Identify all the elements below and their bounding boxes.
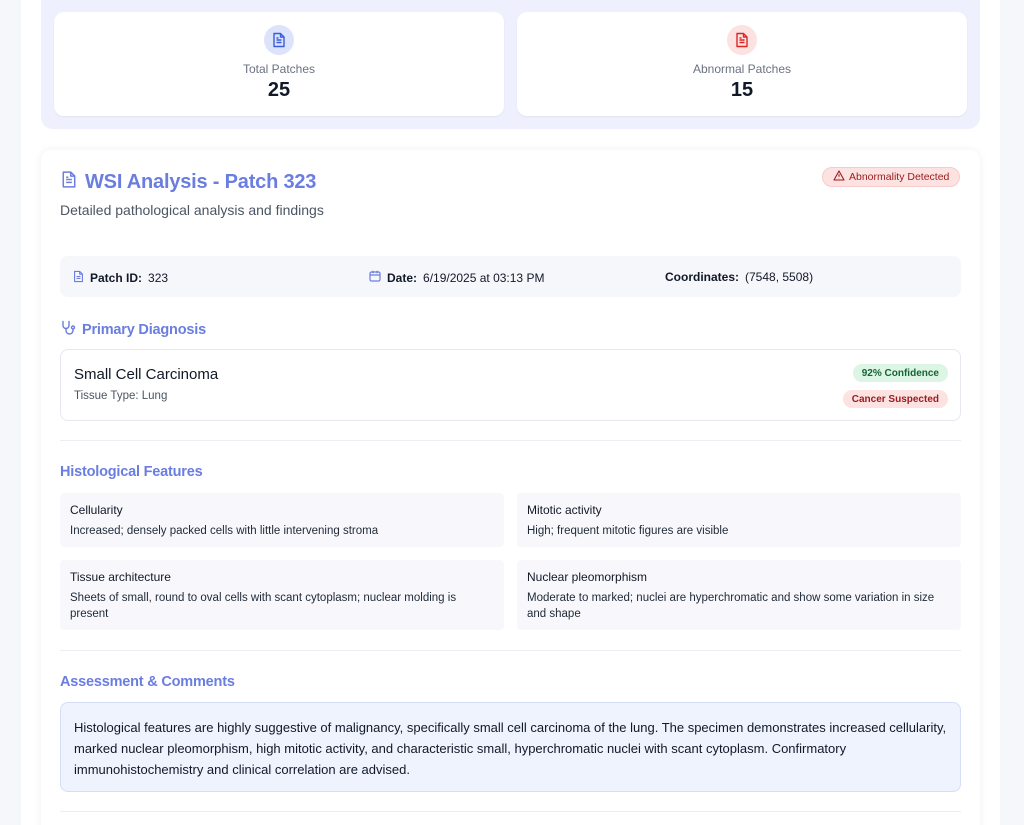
section-divider [60,811,961,812]
document-alert-icon [727,25,757,55]
primary-diagnosis-heading-text: Primary Diagnosis [82,322,206,338]
report-subtitle: Detailed pathological analysis and findi… [60,202,324,218]
total-patches-value: 25 [267,79,291,101]
feature-cellularity: Cellularity Increased; densely packed ce… [60,493,504,547]
cancer-suspected-badge: Cancer Suspected [842,390,948,408]
date-label: Date: [387,270,418,285]
abnormal-patches-label: Abnormal Patches [692,62,792,76]
patch-id-label: Patch ID: [90,271,143,285]
feature-value: High; frequent mitotic figures are visib… [527,525,729,537]
diagnosis-card: Small Cell Carcinoma Tissue Type: Lung 9… [60,349,961,421]
coordinates-item: Coordinates: (7548, 5508) [665,270,813,284]
feature-value: Moderate to marked; nuclei are hyperchro… [527,592,935,620]
primary-diagnosis-heading: Primary Diagnosis [60,320,206,340]
feature-nuclear-pleomorphism: Nuclear pleomorphism Moderate to marked;… [517,560,961,630]
warning-triangle-icon [833,170,845,184]
date-item: Date: 6/19/2025 at 03:13 PM [369,270,544,285]
patch-id-value: 323 [148,271,169,285]
feature-name: Cellularity [70,503,123,517]
section-divider [60,440,961,441]
assessment-heading: Assessment & Comments [60,674,235,690]
report-title-row: WSI Analysis - Patch 323 [61,170,316,194]
report-title: WSI Analysis - Patch 323 [85,170,317,193]
abnormal-patches-card: Abnormal Patches 15 [517,12,967,116]
patch-id-item: Patch ID: 323 [73,270,168,286]
section-divider [60,650,961,651]
coordinates-label: Coordinates: [665,270,740,284]
document-icon [264,25,294,55]
tissue-type: Tissue Type: Lung [74,390,168,402]
stats-panel: Total Patches 25 Abnormal Patches 15 [41,0,980,129]
feature-name: Mitotic activity [527,503,602,517]
feature-name: Tissue architecture [70,570,171,584]
feature-tissue-architecture: Tissue architecture Sheets of small, rou… [60,560,504,630]
coordinates-value: (7548, 5508) [745,270,814,284]
histological-heading: Histological Features [60,464,203,480]
calendar-icon [369,270,381,285]
patch-metadata: Patch ID: 323 Date: 6/19/2025 at 03:13 P… [60,256,961,297]
feature-value: Sheets of small, round to oval cells wit… [70,592,457,620]
total-patches-card: Total Patches 25 [54,12,504,116]
assessment-comments: Histological features are highly suggest… [60,702,961,792]
document-icon [73,270,84,286]
confidence-badge: 92% Confidence [852,364,948,382]
feature-value: Increased; densely packed cells with lit… [70,525,379,537]
feature-mitotic-activity: Mitotic activity High; frequent mitotic … [517,493,961,547]
date-value: 6/19/2025 at 03:13 PM [423,270,545,285]
stethoscope-icon [60,320,76,340]
page-container: Total Patches 25 Abnormal Patches 15 WSI… [21,0,1000,825]
feature-name: Nuclear pleomorphism [527,570,648,584]
analysis-report: WSI Analysis - Patch 323 Detailed pathol… [41,150,980,825]
abnormality-badge-text: Abnormality Detected [849,171,950,183]
total-patches-label: Total Patches [242,62,316,76]
abnormal-patches-value: 15 [730,79,754,101]
abnormality-badge: Abnormality Detected [822,167,961,187]
diagnosis-name: Small Cell Carcinoma [74,366,219,383]
document-icon [61,170,77,194]
